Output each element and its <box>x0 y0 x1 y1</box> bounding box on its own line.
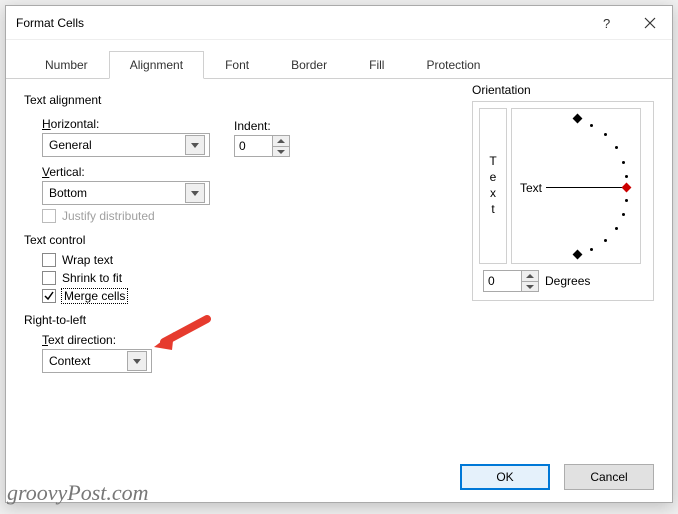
tab-border[interactable]: Border <box>270 51 348 79</box>
checkbox-icon <box>42 253 56 267</box>
tab-protection[interactable]: Protection <box>405 51 501 79</box>
ok-button[interactable]: OK <box>460 464 550 490</box>
watermark: groovyPost.com <box>7 480 149 506</box>
horizontal-label: Horizontal: <box>42 117 210 131</box>
horizontal-combo[interactable]: General <box>42 133 210 157</box>
text-direction-label: Text direction: <box>42 333 654 347</box>
horizontal-value: General <box>49 138 185 152</box>
format-cells-dialog: Format Cells ? Number Alignment Font Bor… <box>5 5 673 503</box>
orientation-vertical-text[interactable]: Text <box>479 108 507 264</box>
indent-spinner[interactable]: 0 <box>234 135 290 157</box>
dialog-buttons: OK Cancel <box>460 464 654 490</box>
tab-number[interactable]: Number <box>24 51 109 79</box>
svg-text:?: ? <box>603 16 610 30</box>
tab-fill[interactable]: Fill <box>348 51 405 79</box>
tab-font[interactable]: Font <box>204 51 270 79</box>
diamond-icon <box>573 250 583 260</box>
checkbox-icon <box>42 209 56 223</box>
tab-bar: Number Alignment Font Border Fill Protec… <box>6 40 672 79</box>
spin-down-icon[interactable] <box>522 281 538 291</box>
indent-label: ndent: <box>237 119 270 133</box>
spin-up-icon[interactable] <box>273 136 289 146</box>
vertical-value: Bottom <box>49 186 185 200</box>
tab-content: Text alignment Horizontal: General Inden… <box>6 79 672 459</box>
text-direction-combo[interactable]: Context <box>42 349 152 373</box>
degrees-label: Degrees <box>545 274 590 288</box>
diamond-icon <box>622 183 632 193</box>
tab-alignment[interactable]: Alignment <box>109 51 204 79</box>
chevron-down-icon <box>185 135 205 155</box>
titlebar: Format Cells ? <box>6 6 672 40</box>
right-to-left-label: Right-to-left <box>24 313 654 327</box>
orientation-dial[interactable]: Text <box>511 108 641 264</box>
diamond-icon <box>573 114 583 124</box>
vertical-combo[interactable]: Bottom <box>42 181 210 205</box>
degrees-spinner[interactable]: 0 <box>483 270 539 292</box>
orientation-label: Orientation <box>472 83 654 97</box>
chevron-down-icon <box>185 183 205 203</box>
chevron-down-icon <box>127 351 147 371</box>
degrees-value: 0 <box>488 274 521 288</box>
cancel-button[interactable]: Cancel <box>564 464 654 490</box>
orientation-group: Orientation Text Text <box>472 83 654 301</box>
dialog-title: Format Cells <box>16 16 584 30</box>
checkbox-checked-icon <box>42 289 56 303</box>
help-button[interactable]: ? <box>584 6 628 40</box>
spin-up-icon[interactable] <box>522 271 538 281</box>
indent-value: 0 <box>239 139 272 153</box>
text-direction-value: Context <box>49 354 127 368</box>
close-button[interactable] <box>628 6 672 40</box>
checkbox-icon <box>42 271 56 285</box>
spin-down-icon[interactable] <box>273 146 289 156</box>
